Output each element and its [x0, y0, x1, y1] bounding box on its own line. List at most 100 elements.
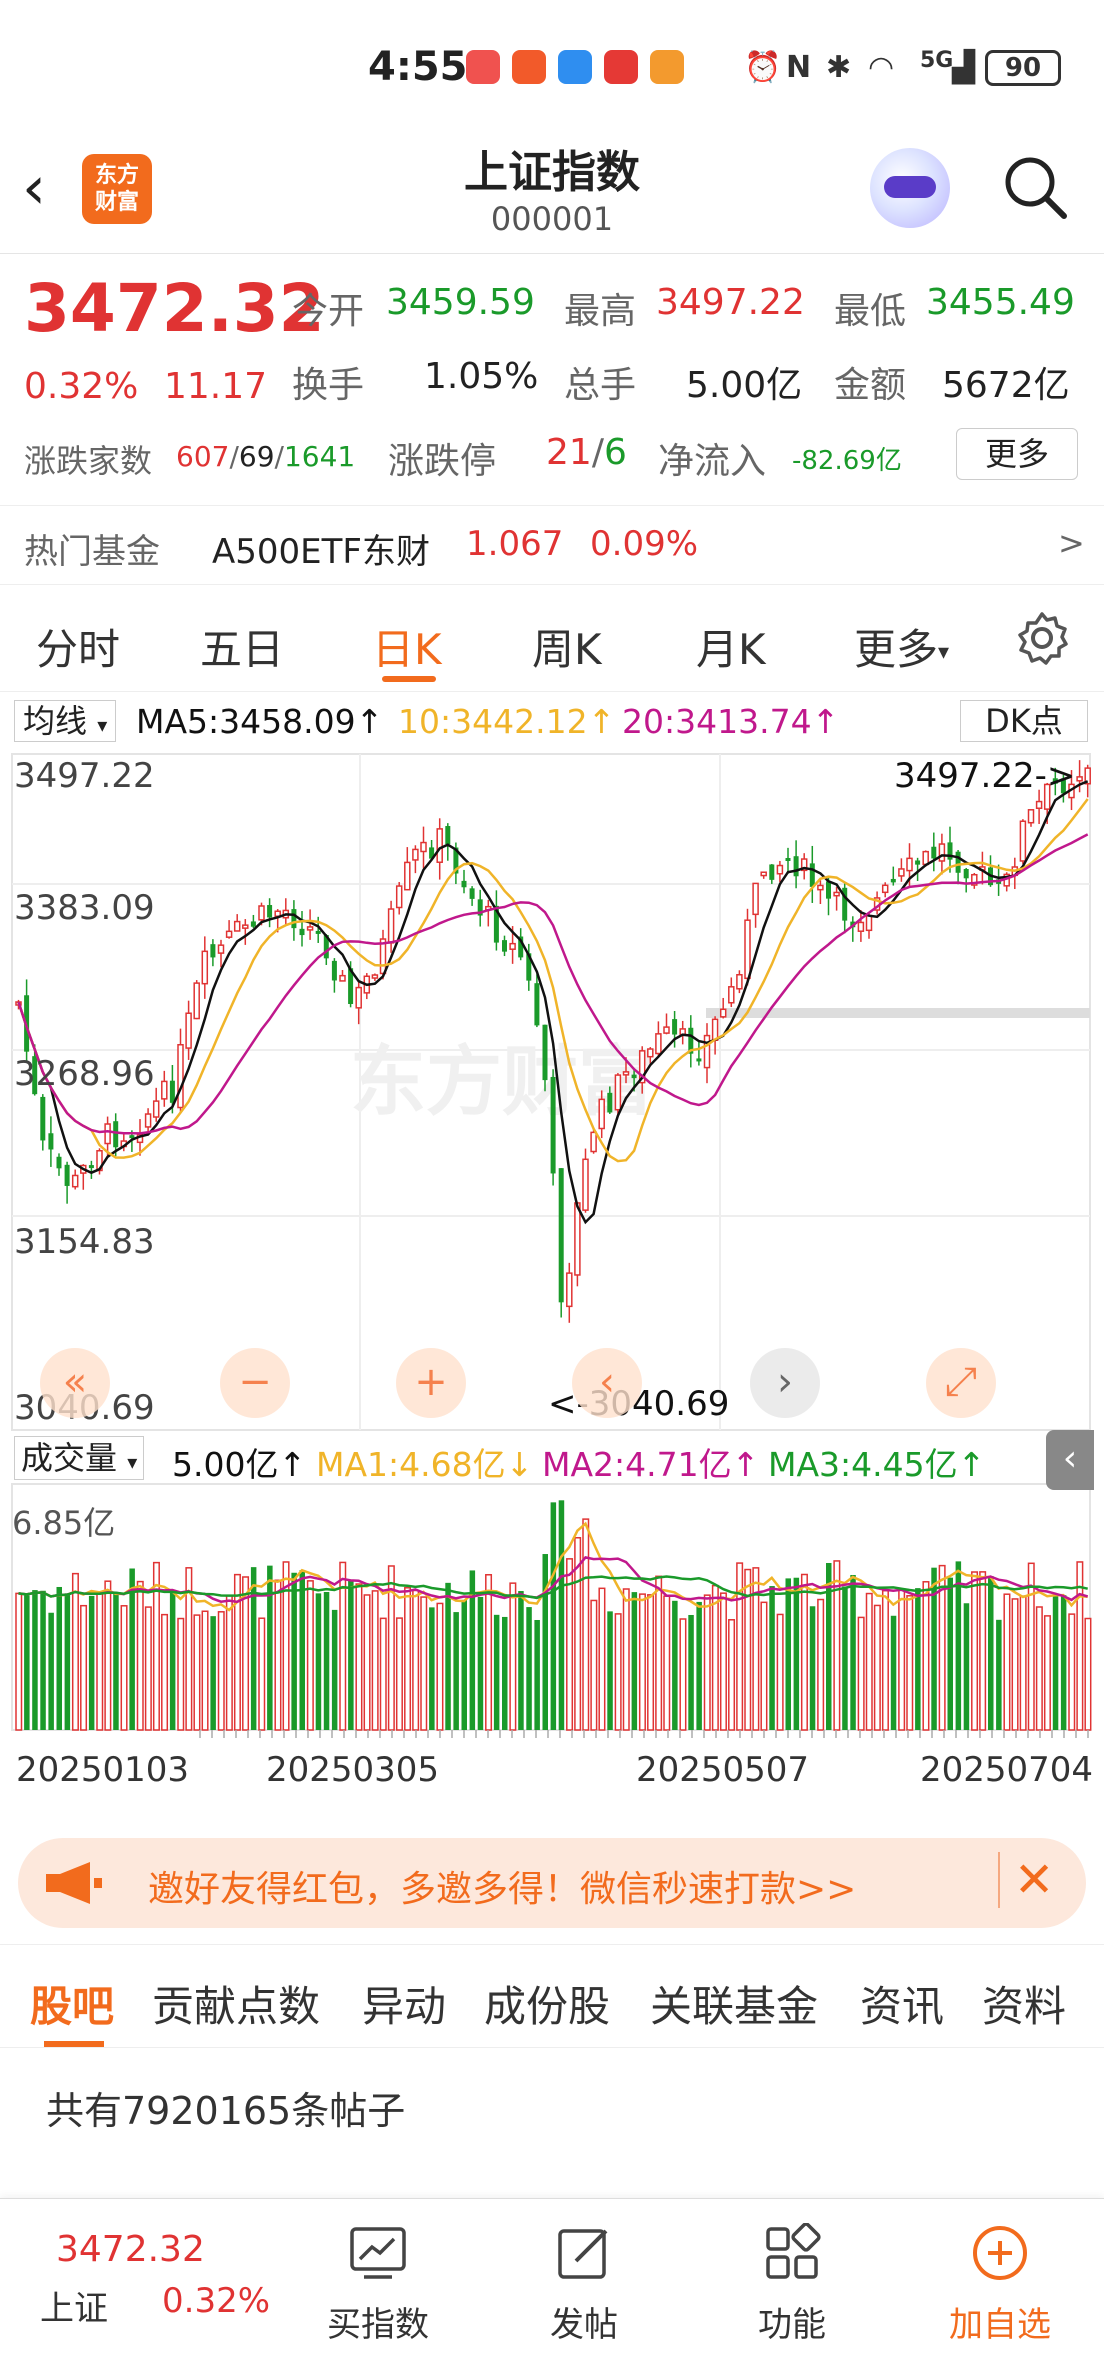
- candle-body: [299, 928, 305, 936]
- tab-more[interactable]: 更多▾: [854, 616, 949, 677]
- tab-weekly-k[interactable]: 周K: [532, 616, 602, 677]
- scroll-left-fast-icon[interactable]: «: [40, 1348, 110, 1418]
- y-axis-label: 3383.09: [14, 888, 155, 928]
- tab-five-day[interactable]: 五日: [200, 616, 284, 677]
- candle-body: [461, 880, 467, 888]
- candle-body: [144, 1113, 152, 1128]
- volume-bar: [679, 1618, 687, 1731]
- candle-body: [865, 914, 873, 932]
- high-value: 3497.22: [656, 282, 805, 323]
- volume-bar: [299, 1570, 305, 1730]
- header: ‹ 东方 财富 上证指数 000001: [0, 130, 1104, 254]
- volume-bar: [1035, 1606, 1043, 1731]
- more-button[interactable]: 更多: [956, 428, 1078, 480]
- volume-bar: [696, 1601, 702, 1730]
- high-label: 最高: [564, 291, 637, 332]
- candle-body: [590, 1131, 597, 1153]
- volume-value: 5.00亿↑: [172, 1445, 307, 1484]
- zoom-in-icon[interactable]: +: [396, 1348, 466, 1418]
- volume-bar: [744, 1568, 752, 1731]
- indicator-select[interactable]: 均线 ▾: [14, 700, 117, 742]
- volume-bar: [217, 1611, 225, 1731]
- search-icon[interactable]: [1000, 152, 1070, 222]
- ma20-value: 20:3413.74↑: [622, 702, 840, 741]
- tab-profile[interactable]: 资料: [982, 1973, 1066, 2034]
- volume-bar: [850, 1574, 856, 1730]
- nav-buy-index[interactable]: 买指数: [308, 2199, 448, 2346]
- up-count: 607: [176, 440, 230, 473]
- candle-body: [88, 1165, 94, 1169]
- volume-bar: [1084, 1617, 1092, 1731]
- candle-body: [217, 944, 225, 954]
- candle-body: [152, 1100, 160, 1118]
- volume-bar: [88, 1595, 95, 1730]
- hot-fund-name: A500ETF东财: [212, 532, 430, 572]
- status-time: 4:55: [368, 44, 468, 90]
- volume-bar: [988, 1576, 994, 1730]
- fullscreen-icon[interactable]: ⤢: [926, 1348, 996, 1418]
- chevron-right-icon: >: [1058, 524, 1085, 562]
- nav-functions[interactable]: 功能: [722, 2199, 862, 2346]
- candle-body: [631, 1074, 637, 1079]
- tab-monthly-k[interactable]: 月K: [696, 616, 766, 677]
- candle-body: [703, 1034, 711, 1069]
- candle-body: [1035, 800, 1043, 810]
- kline-chart[interactable]: 东方财富: [0, 748, 1104, 1808]
- volume-bar: [258, 1617, 266, 1731]
- candle-body: [655, 1033, 662, 1055]
- nav-post[interactable]: 发帖: [514, 2199, 654, 2346]
- scroll-left-icon[interactable]: ‹: [572, 1348, 642, 1418]
- candle-body: [728, 986, 735, 1004]
- tab-more-label: 更多: [854, 625, 939, 674]
- tab-movement[interactable]: 异动: [362, 1973, 446, 2034]
- volume-bar: [113, 1593, 119, 1730]
- volume-bar: [800, 1573, 808, 1731]
- dk-point-button[interactable]: DK点: [960, 700, 1088, 742]
- hot-fund-row[interactable]: 热门基金 A500ETF东财 1.067 0.09% >: [0, 505, 1104, 585]
- volume-bar: [233, 1573, 241, 1731]
- settings-gear-icon[interactable]: [1014, 610, 1070, 666]
- x-axis-date: 20250305: [266, 1750, 440, 1790]
- volume-bar: [436, 1602, 444, 1731]
- tab-intraday[interactable]: 分时: [36, 616, 120, 677]
- tab-related-funds[interactable]: 关联基金: [650, 1973, 818, 2034]
- volume-bar: [1003, 1593, 1011, 1731]
- volume-bar: [590, 1599, 598, 1731]
- volume-bar: [40, 1590, 46, 1730]
- robot-assistant-icon[interactable]: [870, 148, 950, 228]
- zoom-out-icon[interactable]: −: [220, 1348, 290, 1418]
- volume-bar: [881, 1589, 889, 1731]
- close-icon[interactable]: ✕: [998, 1852, 1054, 1908]
- candle-body: [242, 924, 249, 929]
- scroll-right-icon[interactable]: ›: [750, 1348, 820, 1418]
- tab-daily-k[interactable]: 日K: [372, 616, 442, 677]
- volume-bar: [890, 1615, 897, 1730]
- tab-constituents[interactable]: 成份股: [484, 1973, 610, 2034]
- volume-bar: [485, 1574, 493, 1731]
- candle-body: [955, 851, 961, 873]
- nav-add-watchlist[interactable]: 加自选: [930, 2199, 1070, 2346]
- wifi-icon: ◠: [868, 50, 895, 85]
- collapse-panel-icon[interactable]: ‹: [1046, 1430, 1094, 1490]
- updown-label: 涨跌家数: [24, 442, 153, 480]
- limit-counts: 21/6: [546, 432, 627, 473]
- volume-bar: [647, 1594, 655, 1731]
- invite-banner[interactable]: 邀好友得红包，多邀多得！微信秒速打款>> ✕: [18, 1838, 1086, 1928]
- volume-bar: [622, 1588, 630, 1731]
- volume-bar: [776, 1613, 784, 1731]
- volume-bar: [64, 1593, 71, 1730]
- current-price: 3472.32: [24, 270, 325, 347]
- tab-news[interactable]: 资讯: [860, 1973, 944, 2034]
- candle-body: [267, 905, 273, 918]
- candle-body: [696, 1058, 702, 1062]
- volume-bar: [963, 1603, 970, 1730]
- tab-contribution[interactable]: 贡献点数: [152, 1973, 320, 2034]
- candle-body: [938, 843, 946, 862]
- tab-guba[interactable]: 股吧: [30, 1973, 114, 2034]
- volume-bar: [719, 1592, 727, 1731]
- candle-body: [647, 1048, 654, 1058]
- invite-text: 邀好友得红包，多邀多得！微信秒速打款>>: [148, 1869, 857, 1910]
- volume-indicator-select[interactable]: 成交量 ▾: [14, 1436, 145, 1480]
- volume-bar: [1019, 1595, 1027, 1731]
- vol-ma1: MA1:4.68亿↓: [316, 1445, 534, 1484]
